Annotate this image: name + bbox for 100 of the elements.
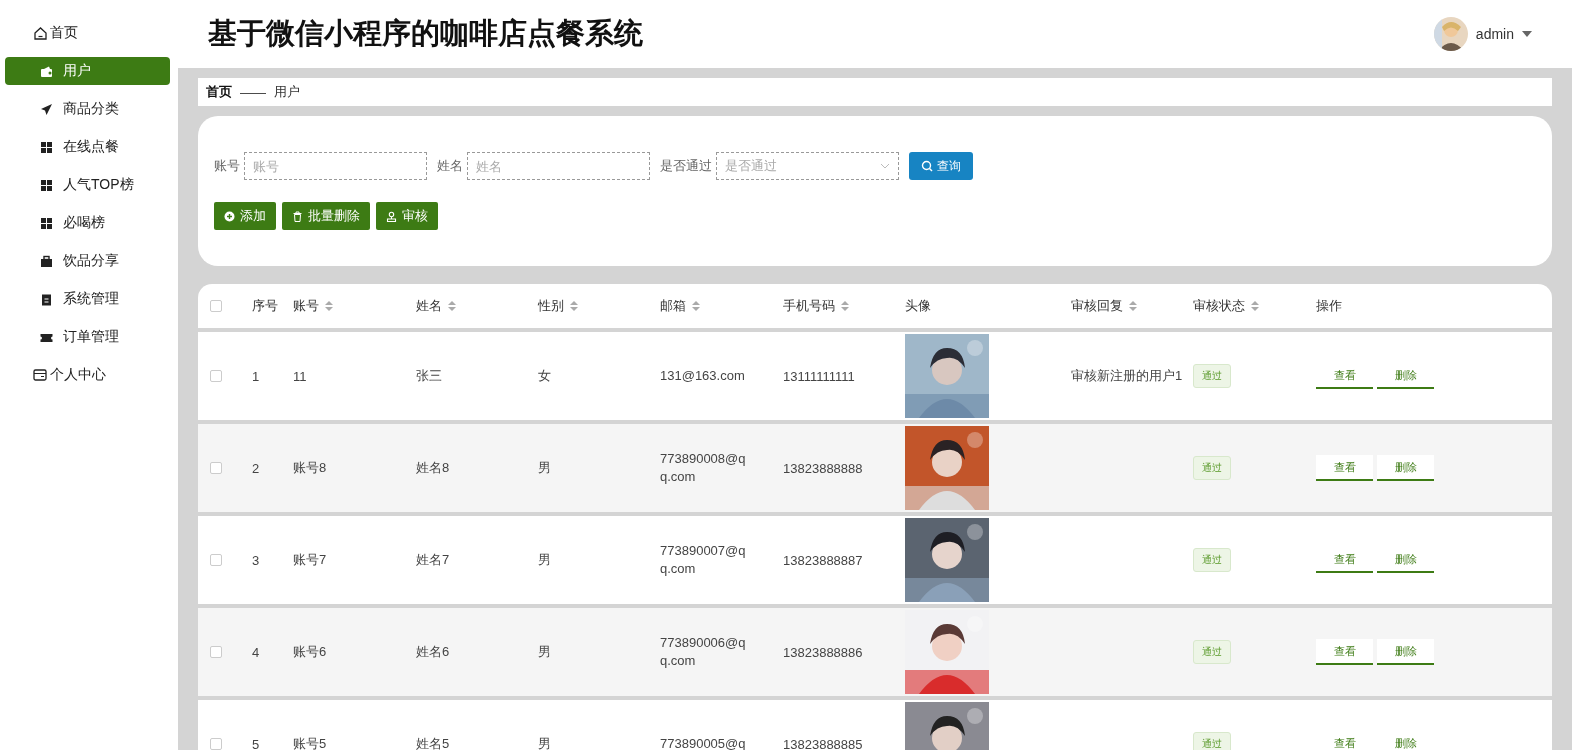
sidebar-item[interactable]: 订单管理 [5,323,170,351]
table-cell-text: 账号8 [293,459,328,477]
table-cell-text: 13823888888 [783,460,864,476]
table-cell-text: 11 [293,368,308,384]
table-cell-text: 姓名5 [416,735,451,750]
sidebar-item[interactable]: 必喝榜 [5,209,170,237]
table-cell-text: 账号5 [293,735,328,750]
table-cell-text: 女 [538,367,552,385]
column-header[interactable]: 审核回复 [1071,297,1123,315]
table-cell-text: 5 [252,736,261,750]
table-cell-text: 姓名6 [416,643,451,661]
sidebar-item[interactable]: 在线点餐 [5,133,170,161]
sort-icon[interactable] [1251,301,1259,311]
paper-plane-icon [40,102,53,116]
input-field[interactable]: 账号 [244,152,427,180]
table-cell-text: 账号6 [293,643,328,661]
column-header[interactable]: 邮箱 [660,297,686,315]
table-cell-text: 姓名7 [416,551,451,569]
column-header[interactable]: 审核状态 [1193,297,1245,315]
add-button[interactable]: 添加 [214,202,276,230]
breadcrumb-item: 用户 [274,83,300,101]
table-cell-text: 男 [538,735,552,750]
stamp-icon [386,210,397,222]
checkbox[interactable] [210,370,222,382]
trash-icon [292,210,303,222]
field-label: 账号 [214,157,240,175]
table-cell-text: 男 [538,551,552,569]
table-cell-text: 13111111111 [783,368,856,384]
clipboard-icon [40,292,53,306]
table-cell-text: 13823888886 [783,644,864,660]
sidebar-item[interactable]: 人气TOP榜 [5,171,170,199]
status-tag: 通过 [1193,364,1231,388]
column-header[interactable]: 账号 [293,297,319,315]
table-cell-text: 4 [252,644,261,660]
table-cell-text: 13823888885 [783,736,864,750]
view-button[interactable]: 查看 [1316,455,1373,481]
sort-icon[interactable] [841,301,849,311]
view-button[interactable]: 查看 [1316,639,1373,665]
sort-icon[interactable] [1129,301,1137,311]
column-header[interactable]: 手机号码 [783,297,835,315]
grid-icon [40,178,53,192]
table-cell-text: 姓名8 [416,459,451,477]
sidebar-item[interactable]: 个人中心 [5,361,170,389]
table-cell-text: 3 [252,552,261,568]
checkbox[interactable] [210,300,222,312]
breadcrumb-item[interactable]: 首页 [206,83,232,101]
status-tag: 通过 [1193,456,1231,480]
sidebar-item[interactable]: 首页 [5,19,170,47]
input-field[interactable]: 姓名 [467,152,650,180]
home-icon [33,25,48,41]
field-label: 姓名 [437,157,463,175]
sort-icon[interactable] [325,301,333,311]
table-cell-text: 131@163.com [660,367,746,385]
table-cell-text: 773890007@qq.com [660,542,747,578]
search-icon [921,160,933,172]
table-cell-text: 男 [538,459,552,477]
status-tag: 通过 [1193,548,1231,572]
table-cell-text: 账号7 [293,551,328,569]
sidebar-item[interactable]: 用户 [5,57,170,85]
table-cell-text: 1 [252,368,261,384]
review-button[interactable]: 审核 [376,202,438,230]
checkbox[interactable] [210,462,222,474]
sidebar-item[interactable]: 系统管理 [5,285,170,313]
checkbox[interactable] [210,554,222,566]
table-cell-text: 男 [538,643,552,661]
field-label: 是否通过 [660,157,712,175]
table-cell-text: 773890008@qq.com [660,450,747,486]
grid-icon [40,216,53,230]
delete-button[interactable]: 删除 [1377,455,1434,481]
checkbox[interactable] [210,646,222,658]
column-header: 头像 [905,297,931,315]
wallet-icon [40,64,53,78]
column-header[interactable]: 性别 [538,297,564,315]
status-tag: 通过 [1193,640,1231,664]
user-name[interactable]: admin [1475,26,1514,42]
status-tag: 通过 [1193,732,1231,750]
column-header[interactable]: 姓名 [416,297,442,315]
app-title: 基于微信小程序的咖啡店点餐系统 [208,16,643,51]
column-header: 操作 [1316,297,1342,315]
chevron-icon [880,163,890,169]
column-header: 序号 [252,297,278,315]
card-icon [33,367,48,383]
sidebar-item[interactable]: 饮品分享 [5,247,170,275]
table-cell: 审核新注册的用户1 [1071,368,1183,383]
checkbox[interactable] [210,738,222,750]
table-cell-text: 13823888887 [783,552,864,568]
briefcase-icon [40,254,53,268]
batch-delete-button[interactable]: 批量删除 [282,202,370,230]
table-cell-text: 773890006@qq.com [660,634,747,670]
delete-button[interactable]: 删除 [1377,639,1434,665]
sort-icon[interactable] [570,301,578,311]
grid-icon [40,140,53,154]
table-cell-text: 2 [252,460,261,476]
table-cell-text: 773890005@q [660,735,747,750]
table-cell-text: 张三 [416,367,443,385]
search-button[interactable]: 查询 [909,152,973,180]
sidebar-item[interactable]: 商品分类 [5,95,170,123]
sort-icon[interactable] [448,301,456,311]
sort-icon[interactable] [692,301,700,311]
caret-icon [1522,31,1532,37]
